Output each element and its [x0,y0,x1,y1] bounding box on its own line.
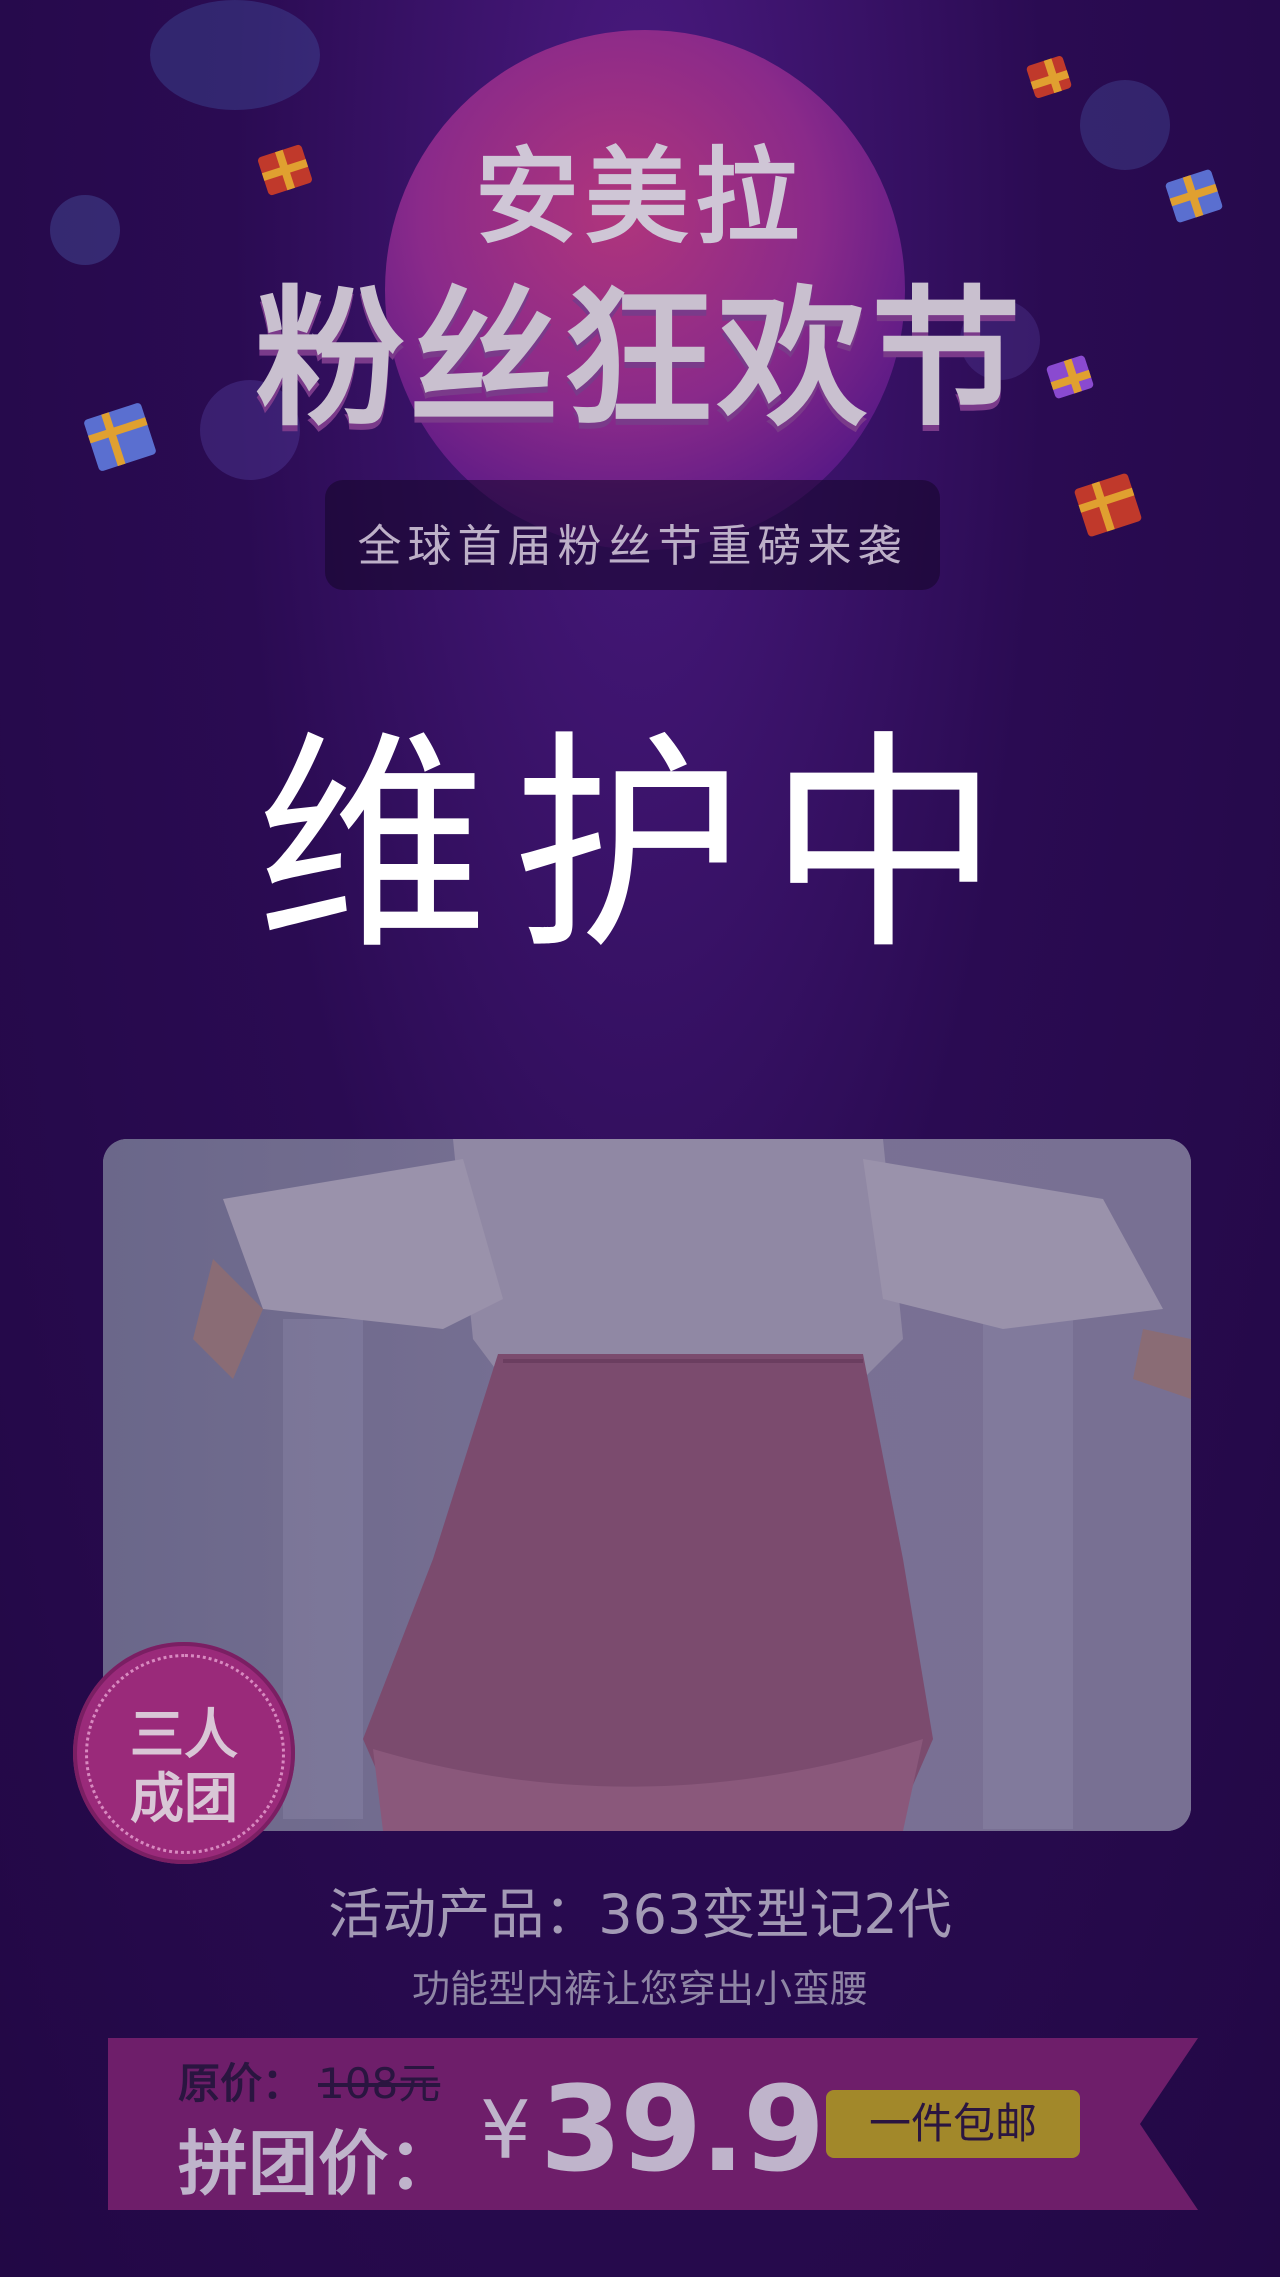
gift-box-icon [1025,54,1073,100]
group-price: 39.9 [540,2060,825,2198]
original-price-label: 原价： [178,2059,305,2108]
promo-banner: 安美拉 粉丝狂欢节 全球首届粉丝节重磅来袭 [0,0,1280,620]
group-buy-badge: 三人 成团 [73,1642,295,1864]
banner-title-main: 粉丝狂欢节 [254,273,1025,447]
banner-subtitle-box: 全球首届粉丝节重磅来袭 [325,480,940,590]
bokeh-light [150,0,320,110]
group-price-label: 拼团价： [178,2123,458,2205]
badge-line-2: 成团 [130,1767,238,1830]
currency-symbol: ¥ [480,2084,531,2177]
product-description: 功能型内裤让您穿出小蛮腰 [411,1967,868,2011]
banner-subtitle: 全球首届粉丝节重磅来袭 [357,521,908,572]
free-shipping-button[interactable]: 一件包邮 [826,2090,1080,2158]
maintenance-page: 安美拉 粉丝狂欢节 全球首届粉丝节重磅来袭 维护中 三人 成团 活动产品：363… [0,0,1280,2277]
maintenance-message: 维护中 [255,711,1024,981]
gift-box-icon [1073,472,1143,538]
product-name: 活动产品：363变型记2代 [328,1883,952,1946]
original-price: 108元 [318,2059,441,2108]
